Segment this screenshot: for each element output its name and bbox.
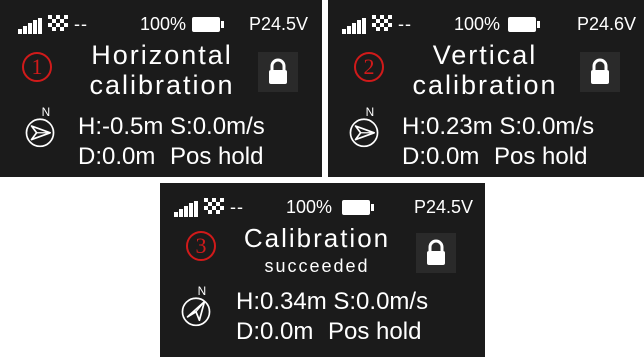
height-readout: H:-0.5m: [78, 113, 164, 140]
battery-icon: [342, 200, 374, 215]
page-title-line2: calibration: [89, 70, 235, 100]
lock-button[interactable]: [416, 233, 456, 273]
page-title-line1: Horizontal: [91, 40, 233, 70]
status-bar: -- 100% P24.5V: [174, 193, 473, 221]
gps-icon: [372, 15, 392, 31]
speed-readout: S:0.0m/s: [333, 288, 429, 315]
lock-icon: [591, 58, 609, 84]
battery-percent: 100%: [454, 14, 501, 34]
gps-icon: [48, 15, 68, 31]
screen-horizontal-calibration: -- 100% P24.5V 1 Horizontal calibration …: [0, 0, 322, 177]
battery-icon: [192, 17, 224, 32]
page-title-line1: Calibration: [243, 223, 391, 253]
flight-mode: Pos hold: [328, 318, 422, 345]
speed-readout: S:0.0m/s: [170, 113, 265, 140]
signal-icon: [18, 18, 44, 34]
lock-icon: [427, 239, 445, 265]
gps-status-text: --: [74, 14, 88, 34]
page-title-line2: calibration: [412, 70, 558, 100]
flight-mode: Pos hold: [170, 143, 264, 170]
gps-icon: [204, 198, 224, 214]
signal-icon: [174, 201, 200, 217]
telemetry-row-1: H:-0.5m S:0.0m/s: [78, 112, 265, 142]
step-number-badge: 2: [354, 52, 384, 82]
flight-mode: Pos hold: [494, 143, 588, 170]
compass-icon: N: [349, 105, 379, 148]
screen-calibration-succeeded: -- 100% P24.5V 3 Calibration succeeded N…: [160, 183, 485, 357]
voltage-readout: P24.6V: [576, 14, 636, 34]
telemetry-row-2: D:0.0m Pos hold: [402, 142, 587, 172]
compass-icon: N: [181, 284, 211, 327]
screen-vertical-calibration: -- 100% P24.6V 2 Vertical calibration N …: [328, 0, 644, 177]
battery-percent: 100%: [140, 14, 187, 34]
compass-north-label: N: [366, 105, 375, 119]
lock-icon: [269, 58, 287, 84]
telemetry-row-2: D:0.0m Pos hold: [236, 317, 421, 347]
lock-button[interactable]: [580, 52, 620, 92]
battery-percent: 100%: [286, 197, 333, 217]
status-bar: -- 100% P24.6V: [342, 10, 636, 38]
voltage-readout: P24.5V: [248, 14, 308, 34]
telemetry-row-2: D:0.0m Pos hold: [78, 142, 263, 172]
step-number-badge: 1: [22, 52, 52, 82]
distance-readout: D:0.0m: [402, 143, 480, 170]
voltage-readout: P24.5V: [413, 197, 473, 217]
gps-status-text: --: [398, 14, 412, 34]
distance-readout: D:0.0m: [78, 143, 156, 170]
gps-status-text: --: [230, 197, 244, 217]
status-bar: -- 100% P24.5V: [18, 10, 308, 38]
compass-north-label: N: [42, 105, 51, 119]
step-number-badge: 3: [186, 231, 216, 261]
page-title-line1: Vertical: [432, 40, 538, 70]
compass-north-label: N: [198, 284, 207, 298]
telemetry-row-1: H:0.23m S:0.0m/s: [402, 112, 594, 142]
speed-readout: S:0.0m/s: [499, 113, 595, 140]
height-readout: H:0.23m: [402, 113, 493, 140]
compass-icon: N: [25, 105, 55, 148]
height-readout: H:0.34m: [236, 288, 327, 315]
page-title-line2: succeeded: [264, 256, 370, 276]
telemetry-row-1: H:0.34m S:0.0m/s: [236, 287, 428, 317]
signal-icon: [342, 18, 368, 34]
distance-readout: D:0.0m: [236, 318, 314, 345]
lock-button[interactable]: [258, 52, 298, 92]
battery-icon: [508, 17, 540, 32]
